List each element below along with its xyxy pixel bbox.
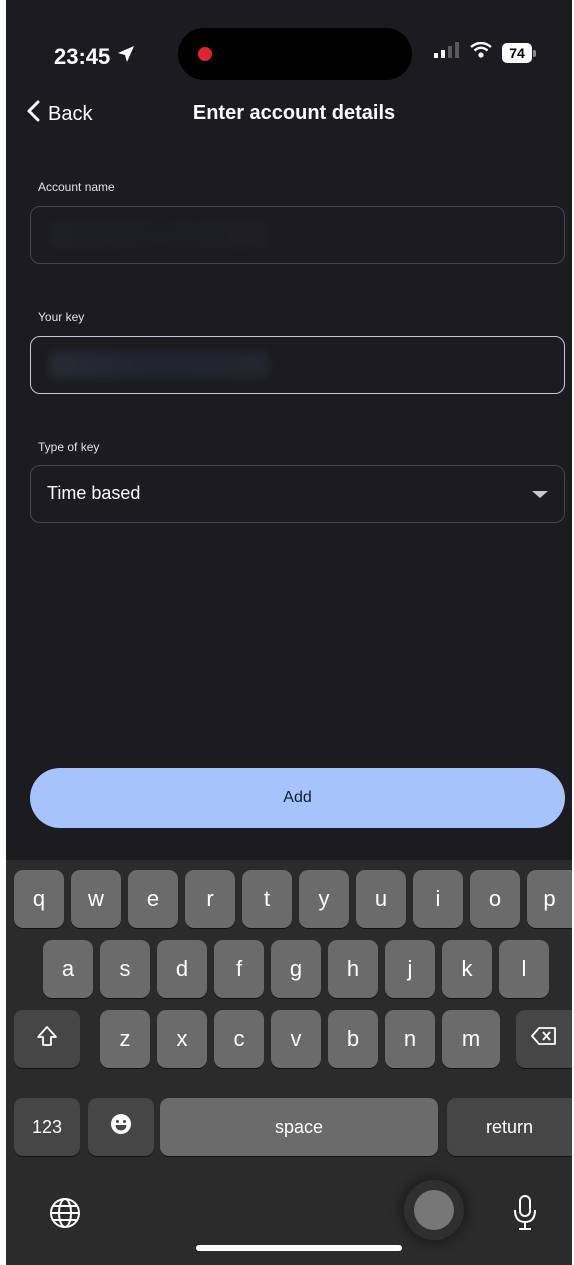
your-key-field[interactable] — [30, 336, 565, 394]
key-d[interactable]: d — [157, 940, 207, 998]
your-key-label: Your key — [38, 310, 85, 324]
key-b[interactable]: b — [328, 1010, 378, 1068]
key-r[interactable]: r — [185, 870, 235, 928]
return-key[interactable]: return — [447, 1098, 572, 1156]
key-w[interactable]: w — [71, 870, 121, 928]
wifi-icon — [470, 41, 492, 63]
key-h[interactable]: h — [328, 940, 378, 998]
redacted-value — [49, 351, 269, 379]
dynamic-island — [178, 28, 412, 80]
emoji-icon — [109, 1112, 133, 1142]
add-button[interactable]: Add — [30, 768, 565, 828]
status-time-text: 23:45 — [54, 44, 111, 69]
key-s[interactable]: s — [100, 940, 150, 998]
key-y[interactable]: y — [299, 870, 349, 928]
key-e[interactable]: e — [128, 870, 178, 928]
key-n[interactable]: n — [385, 1010, 435, 1068]
page-title: Enter account details — [192, 102, 396, 124]
status-time: 23:45 — [54, 44, 136, 70]
add-button-label: Add — [283, 789, 312, 806]
key-x[interactable]: x — [157, 1010, 207, 1068]
key-k[interactable]: k — [442, 940, 492, 998]
home-indicator[interactable] — [196, 1245, 402, 1251]
key-p[interactable]: p — [527, 870, 572, 928]
key-j[interactable]: j — [385, 940, 435, 998]
battery-indicator: 74 — [502, 42, 536, 63]
globe-icon[interactable] — [48, 1196, 82, 1230]
key-g[interactable]: g — [271, 940, 321, 998]
status-indicators: 74 — [434, 41, 536, 63]
key-f[interactable]: f — [214, 940, 264, 998]
redacted-value — [49, 221, 269, 249]
type-of-key-label: Type of key — [38, 440, 100, 454]
key-t[interactable]: t — [242, 870, 292, 928]
key-v[interactable]: v — [271, 1010, 321, 1068]
key-l[interactable]: l — [499, 940, 549, 998]
location-arrow-icon — [116, 44, 136, 70]
assistive-touch-button[interactable] — [404, 1180, 464, 1240]
phone-screen: 23:45 74 Back Enter account details Acco… — [6, 0, 572, 1265]
key-i[interactable]: i — [413, 870, 463, 928]
key-a[interactable]: a — [43, 940, 93, 998]
cellular-signal-icon — [434, 42, 460, 63]
type-of-key-value: Time based — [47, 483, 141, 503]
key-c[interactable]: c — [214, 1010, 264, 1068]
microphone-icon[interactable] — [512, 1194, 538, 1232]
account-name-label: Account name — [38, 180, 115, 194]
key-o[interactable]: o — [470, 870, 520, 928]
shift-icon — [35, 1024, 59, 1054]
key-u[interactable]: u — [356, 870, 406, 928]
backspace-icon — [531, 1026, 557, 1052]
caret-down-icon — [532, 491, 548, 498]
keyboard: q w e r t y u i o p a s d f g h j k l z … — [6, 860, 572, 1265]
key-z[interactable]: z — [100, 1010, 150, 1068]
recording-indicator — [198, 47, 212, 61]
key-m[interactable]: m — [442, 1010, 500, 1068]
emoji-key[interactable] — [88, 1098, 154, 1156]
space-key[interactable]: space — [160, 1098, 438, 1156]
shift-key[interactable] — [14, 1010, 80, 1068]
backspace-key[interactable] — [516, 1010, 572, 1068]
key-q[interactable]: q — [14, 870, 64, 928]
numbers-key[interactable]: 123 — [14, 1098, 80, 1156]
account-name-field[interactable] — [30, 206, 565, 264]
type-of-key-select[interactable]: Time based — [30, 465, 565, 523]
